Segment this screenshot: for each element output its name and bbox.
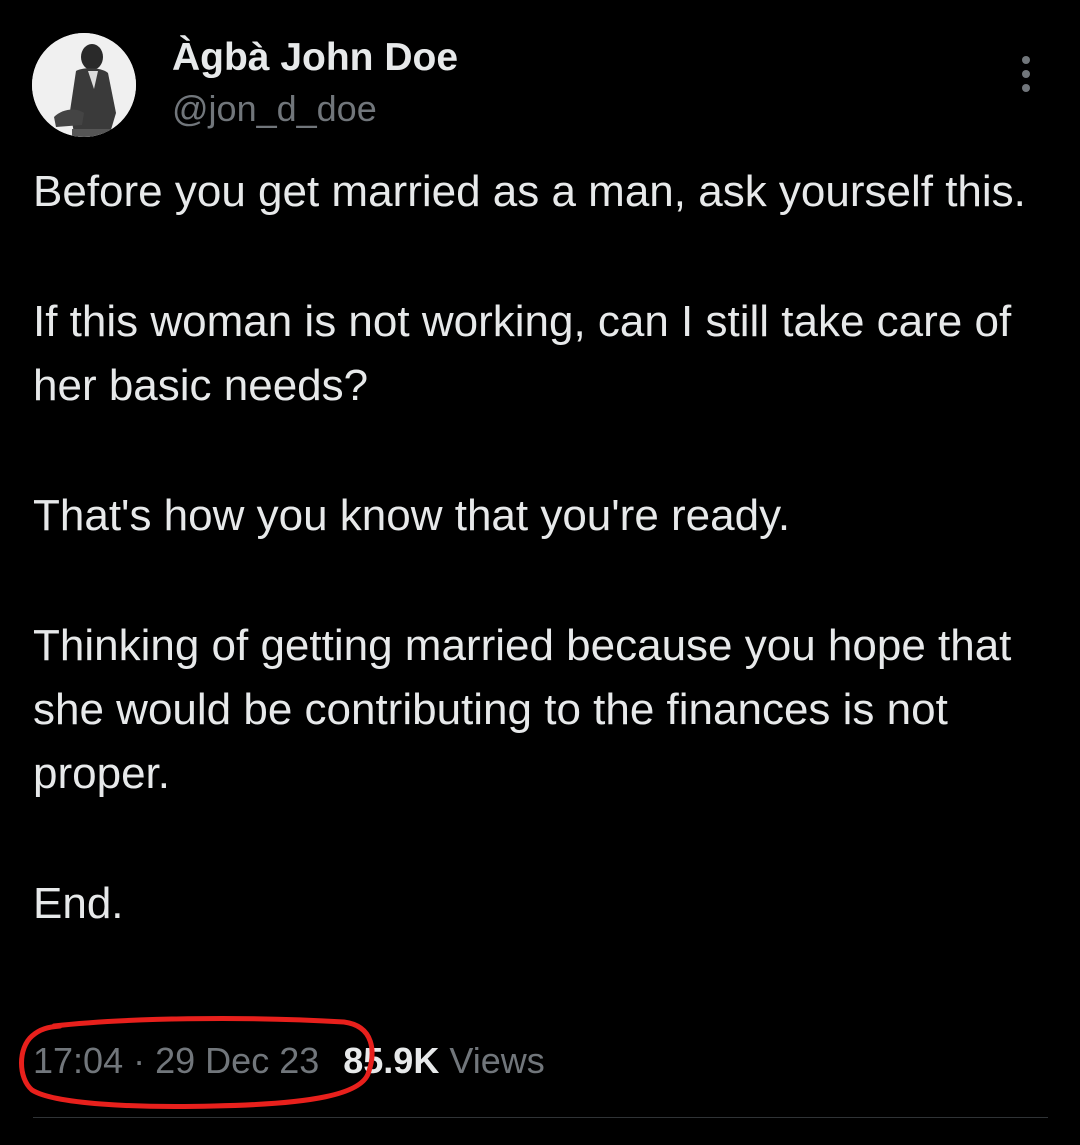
tweet-paragraph: That's how you know that you're ready. <box>33 491 791 540</box>
tweet-paragraph: Before you get married as a man, ask you… <box>33 167 1026 216</box>
tweet-paragraph: If this woman is not working, can I stil… <box>33 297 1012 410</box>
tweet-text: Before you get married as a man, ask you… <box>33 160 1043 936</box>
author-handle[interactable]: @jon_d_doe <box>172 88 377 130</box>
tweet-date[interactable]: 29 Dec 23 <box>155 1040 319 1081</box>
author-avatar[interactable] <box>32 33 136 137</box>
tweet: Àgbà John Doe @jon_d_doe Before you get … <box>0 0 1080 1145</box>
more-vertical-icon-dot <box>1022 70 1030 78</box>
divider <box>33 1117 1048 1118</box>
tweet-time[interactable]: 17:04 <box>33 1040 123 1081</box>
user-avatar-photo <box>32 33 136 137</box>
views-label: Views <box>449 1040 545 1081</box>
more-vertical-icon <box>1022 56 1030 64</box>
tweet-paragraph: End. <box>33 879 124 928</box>
views-count[interactable]: 85.9K <box>343 1040 439 1081</box>
author-display-name[interactable]: Àgbà John Doe <box>172 36 458 80</box>
tweet-meta: 17:04 · 29 Dec 23 85.9K Views <box>33 1036 545 1086</box>
meta-separator: · <box>133 1040 146 1081</box>
more-options-button[interactable] <box>1008 52 1044 96</box>
tweet-paragraph: Thinking of getting married because you … <box>33 621 1012 798</box>
more-vertical-icon-dot <box>1022 84 1030 92</box>
